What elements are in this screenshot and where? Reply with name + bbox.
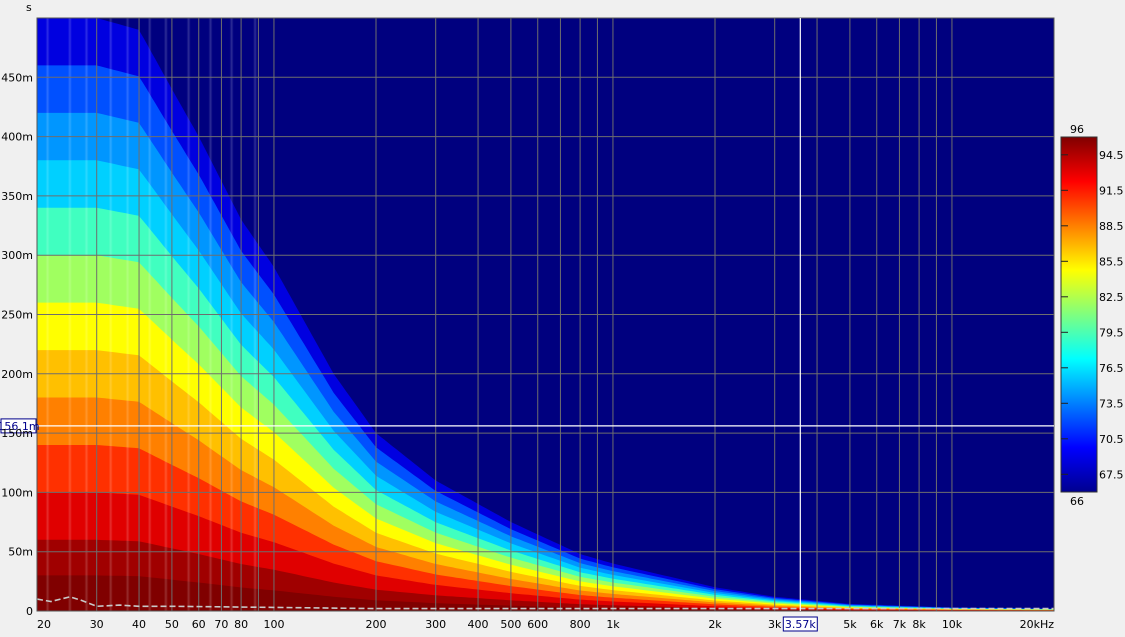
x-tick-label: 400 [468, 618, 489, 631]
y-unit-label: s [26, 1, 32, 14]
x-tick-label: 8k [912, 618, 926, 631]
colorbar-tick-label: 79.5 [1099, 326, 1124, 339]
x-tick-label: 50 [165, 618, 179, 631]
y-tick-label: 350m [1, 190, 33, 203]
x-tick-label: 600 [527, 618, 548, 631]
x-tick-label: 5k [843, 618, 857, 631]
colorbar-tick-label: 94.5 [1099, 149, 1124, 162]
colorbar-tick-label: 82.5 [1099, 291, 1124, 304]
y-tick-label: 250m [1, 309, 33, 322]
x-tick-label: 40 [132, 618, 146, 631]
x-tick-label: 7k [893, 618, 907, 631]
x-tick-label: 6k [870, 618, 884, 631]
colorbar-tick-label: 67.5 [1099, 468, 1124, 481]
y-tick-label: 200m [1, 368, 33, 381]
y-axis-ticks: 0 50m 100m 150m 200m 250m 300m 350m 400m 450m [1, 71, 33, 618]
x-tick-label: 20kHz [1020, 618, 1055, 631]
x-tick-label: 800 [570, 618, 591, 631]
x-tick-label: 3k [768, 618, 782, 631]
x-tick-label: 10k [942, 618, 963, 631]
x-tick-label: 200 [366, 618, 387, 631]
x-tick-label: 80 [234, 618, 248, 631]
colorbar-tick-label: 76.5 [1099, 362, 1124, 375]
x-tick-label: 60 [192, 618, 206, 631]
x-tick-label: 30 [90, 618, 104, 631]
x-tick-label: 100 [264, 618, 285, 631]
x-tick-label: 500 [500, 618, 521, 631]
colorbar-min-label: 66 [1070, 495, 1084, 508]
x-tick-label: 300 [425, 618, 446, 631]
colorbar-tick-label: 88.5 [1099, 220, 1124, 233]
colorbar-tick-label: 70.5 [1099, 433, 1124, 446]
x-tick-label: 20 [37, 618, 51, 631]
y-tick-label: 50m [8, 546, 33, 559]
colorbar-max-label: 96 [1070, 123, 1084, 136]
y-tick-label: 400m [1, 131, 33, 144]
y-tick-label: 450m [1, 71, 33, 84]
spectrogram-chart[interactable]: 156.1m3.57k s 050m100m150m200m250m300m35… [0, 0, 1125, 637]
y-tick-label: 150m [1, 427, 33, 440]
x-tick-label: 1k [606, 618, 620, 631]
colorbar-tick-label: 91.5 [1099, 184, 1124, 197]
y-tick-label: 0 [26, 605, 33, 618]
colorbar-tick-label: 73.5 [1099, 397, 1124, 410]
colorbar-tick-label: 85.5 [1099, 255, 1124, 268]
y-tick-label: 300m [1, 249, 33, 262]
x-tick-label: 2k [708, 618, 722, 631]
y-tick-label: 100m [1, 486, 33, 499]
x-axis-ticks: 20 30 40 50 60 70 80 100 200 300 400 500 600 800 1k 2k 3… [37, 618, 1054, 631]
x-tick-label: 70 [214, 618, 228, 631]
cursor-freq-label: 3.57k [785, 618, 816, 631]
colorbar: 96 66 94.5 91.5 88.5 85.5 82.5 79.5 76.5 73.5 70… [1060, 123, 1124, 508]
